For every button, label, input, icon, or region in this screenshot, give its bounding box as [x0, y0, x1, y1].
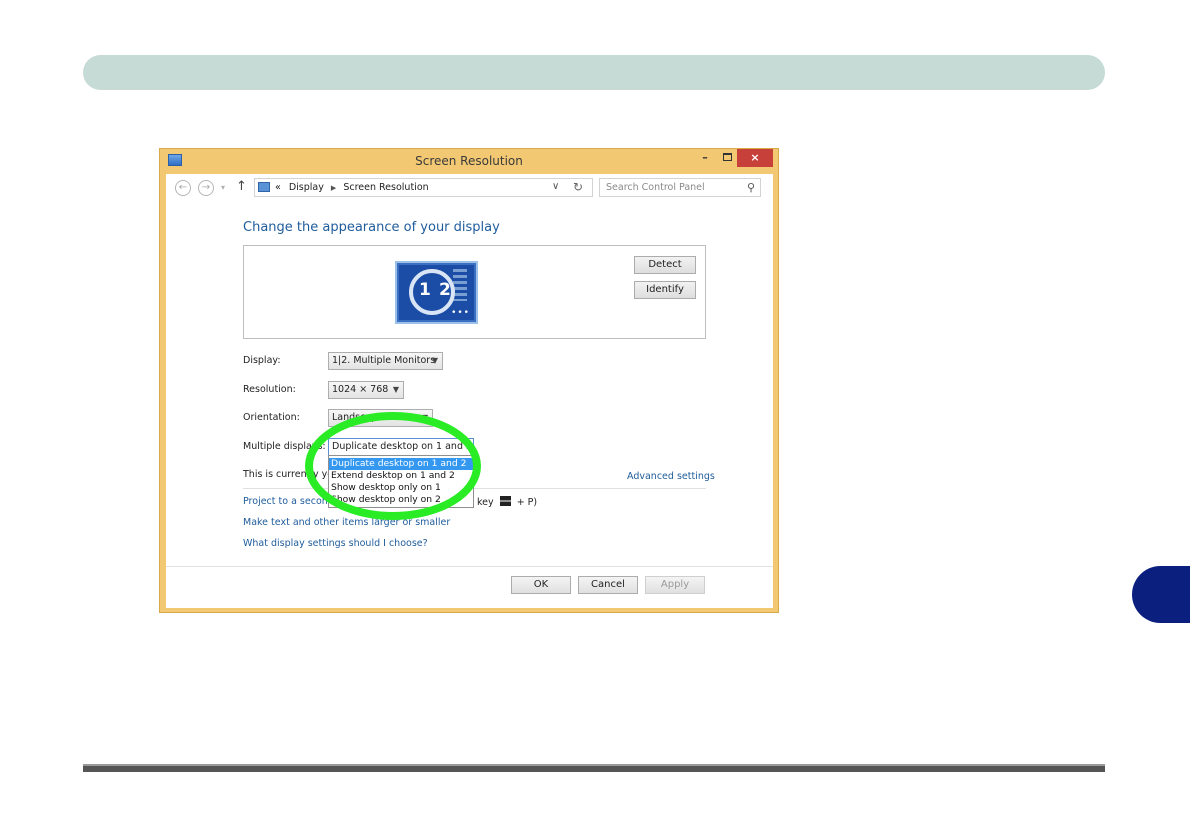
recent-pages-chevron-icon[interactable]: ▾: [221, 183, 225, 192]
breadcrumb-overflow[interactable]: «: [275, 182, 281, 193]
search-placeholder: Search Control Panel: [606, 182, 705, 193]
display-settings-help-link[interactable]: What display settings should I choose?: [243, 538, 428, 549]
project-plus-p-text: + P): [516, 497, 538, 508]
maximize-icon: [722, 153, 732, 161]
window-client-area: ← → ▾ ↑ « Display ▶ Screen Resolution ∨ …: [166, 174, 773, 608]
chevron-down-icon: ▼: [392, 385, 399, 394]
chevron-down-icon: ▼: [431, 356, 438, 365]
back-arrow-icon[interactable]: ←: [175, 180, 191, 196]
monitor-number-1: 1: [419, 280, 431, 300]
address-history-chevron-icon[interactable]: ∨: [552, 181, 559, 192]
project-shortcut-text: key + P): [477, 496, 537, 508]
forward-arrow-icon[interactable]: →: [198, 180, 214, 196]
breadcrumb-display[interactable]: Display: [284, 182, 324, 193]
advanced-settings-link[interactable]: Advanced settings: [627, 471, 715, 482]
search-input[interactable]: Search Control Panel ⚲: [599, 178, 761, 197]
display-preview-panel: 1 2 ••• Detect Identify: [243, 245, 706, 339]
project-link[interactable]: Project to a second: [243, 496, 334, 507]
display-label: Display:: [243, 355, 281, 366]
refresh-icon[interactable]: ↻: [573, 180, 583, 194]
minimize-button[interactable]: –: [694, 149, 716, 167]
apply-button[interactable]: Apply: [645, 576, 705, 594]
close-button[interactable]: ×: [737, 149, 773, 167]
footer-divider: [166, 566, 773, 567]
resolution-label: Resolution:: [243, 384, 296, 395]
control-panel-icon: [258, 182, 270, 192]
text-size-link[interactable]: Make text and other items larger or smal…: [243, 517, 450, 528]
highlight-ring: [305, 412, 481, 520]
resolution-select-value: 1024 × 768: [332, 384, 389, 395]
search-icon[interactable]: ⚲: [747, 181, 755, 194]
display-select[interactable]: 1|2. Multiple Monitors ▼: [328, 352, 443, 370]
navigation-bar: ← → ▾ ↑ « Display ▶ Screen Resolution ∨ …: [166, 174, 773, 202]
ok-button[interactable]: OK: [511, 576, 571, 594]
up-arrow-icon[interactable]: ↑: [236, 179, 247, 194]
breadcrumb-screen-resolution[interactable]: Screen Resolution: [343, 182, 428, 193]
title-bar[interactable]: Screen Resolution – ×: [160, 149, 778, 174]
project-key-text: key: [477, 497, 494, 508]
display-select-value: 1|2. Multiple Monitors: [332, 355, 436, 366]
identify-button[interactable]: Identify: [634, 281, 696, 299]
orientation-label: Orientation:: [243, 412, 300, 423]
monitor-screen-stripes: [453, 269, 467, 301]
windows-key-icon: [499, 496, 511, 506]
detect-button[interactable]: Detect: [634, 256, 696, 274]
resolution-select[interactable]: 1024 × 768 ▼: [328, 381, 404, 399]
monitor-dots: •••: [451, 308, 470, 318]
page-header-bar: [83, 55, 1105, 90]
page-title: Change the appearance of your display: [243, 220, 500, 235]
maximize-button[interactable]: [716, 149, 738, 167]
breadcrumb: « Display ▶ Screen Resolution: [275, 182, 429, 193]
monitor-number-2: 2: [439, 280, 451, 300]
monitor-1-2-icon[interactable]: 1 2 •••: [395, 261, 478, 324]
cancel-button[interactable]: Cancel: [578, 576, 638, 594]
footer-rule: [83, 764, 1105, 772]
chapter-tab: [1132, 566, 1190, 623]
screen-resolution-window: Screen Resolution – × ← → ▾ ↑ « Display …: [159, 148, 779, 613]
window-title: Screen Resolution: [415, 154, 523, 168]
breadcrumb-separator-icon[interactable]: ▶: [327, 184, 340, 192]
address-bar[interactable]: « Display ▶ Screen Resolution ∨ ↻: [254, 178, 593, 197]
